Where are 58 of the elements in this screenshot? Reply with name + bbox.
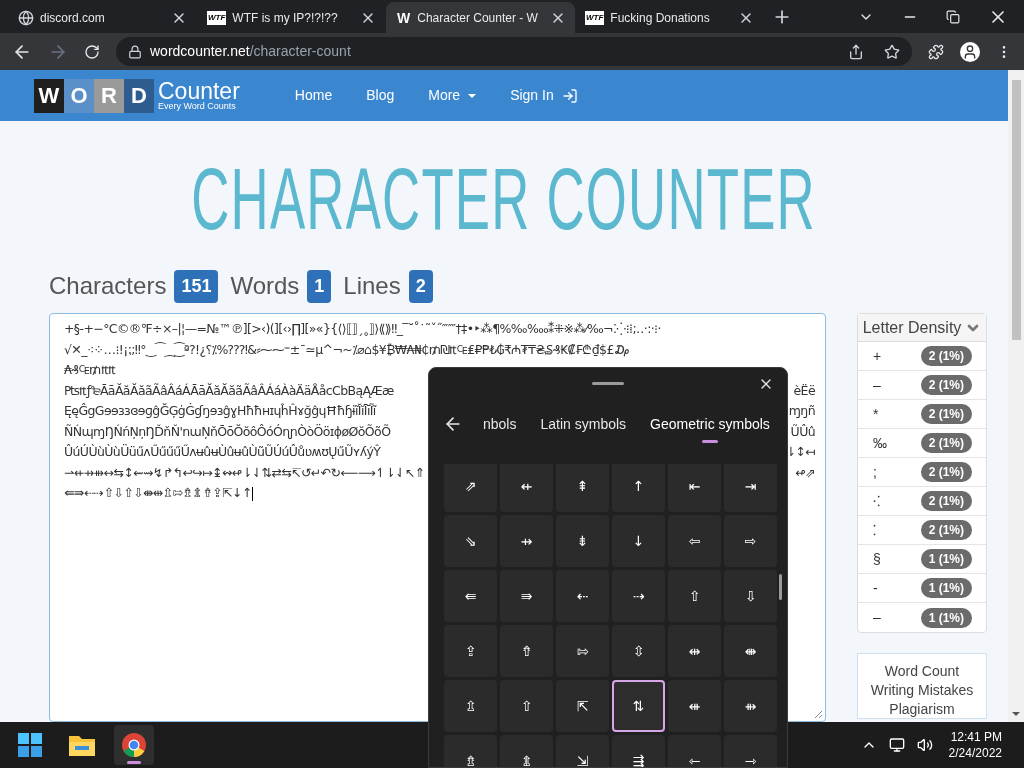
url-text: wordcounter.net/character-count [150,42,351,61]
logo-letter: W [34,78,64,113]
density-symbol: – [873,608,881,627]
density-count: 1 (1%) [920,607,972,628]
stat-count: 2 [408,269,433,303]
density-count: 2 (1%) [920,404,972,424]
page-title: CHARACTER COUNTER [191,148,817,243]
tab-title: WTF is my IP?!?!?? [232,9,338,27]
density-symbol: ‰ [873,433,887,453]
density-count: 2 (1%) [920,491,972,511]
density-count: 1 (1%) [920,549,972,569]
text-line: ₧₶ƒ₻ĀāĂăĂăãÃâÂáÁĀāĂăĂăãÃâÂÁáÀàÄäÅåcCbBąĄÆæ [64,381,394,400]
density-symbol: + [873,346,882,366]
tab-title: discord.com [40,9,105,27]
site-icon: WTF [207,10,227,25]
density-symbol: – [873,375,881,395]
logo-letter: R [94,78,124,113]
logo-name: Counter [158,80,240,102]
density-count: 2 (1%) [920,462,972,482]
density-symbol: * [873,404,879,424]
text-line: ₳₰₠₥₶₶ [64,361,116,379]
density-count: 1 (1%) [920,578,972,598]
density-count: 2 (1%) [920,346,972,366]
density-title: Letter Density [862,317,962,338]
text-line: ÛúÚÙùÙùÜüűʌŰűűűŰʌʉûʉÙûʉûÙũŨÚúÛůʋʍʊŲűŨʏʎýŶ [64,443,381,461]
density-symbol: ; [873,462,877,482]
clock-date: 2/24/2022 [948,745,1002,761]
density-count: 2 (1%) [920,433,972,453]
text-line: èËë [793,381,815,400]
text-line: ⇂↕↤ [785,443,815,461]
density-symbol: § [873,549,881,569]
stat-label: Characters [49,271,167,301]
stat-count: 151 [174,269,219,303]
site-icon: WTF [585,10,605,25]
density-symbol: ⁚ [873,520,876,540]
stat-label: Words [230,271,300,301]
text-line: ɱŋñ [788,402,815,420]
logo-letter: O [64,78,94,113]
text-line: ↫⇗ [795,463,815,482]
stat-count: 1 [307,269,332,303]
tab-title: Character Counter - W [417,9,538,27]
clock-time: 12:41 PM [950,729,1002,745]
density-symbol: - [873,578,878,598]
logo-letter: D [124,78,154,113]
text-line: ⇚⇛⇠⇢⇧⇩⇧⇩⇼⇹⇫⇰⇯⇭⇮⇪⇱↓↑ [64,484,253,503]
text-line: ⇀⇷⇸⇻↔⇆↕⇜⇝↯↱↰↩↪↦↨↭↫⇂⇃⇅⇄⇆↸↺↵↶↻⟵⟶↿⇂⇃↖⇑ [64,463,425,482]
text-line: +§-+−°C©®℉÷×–|¦—=№™℗][>‹)(][‹›∏][»«}{⟨⟩⟦⟧ˏ˳⟧⟩⟪⟫‼_‾˘˚˙˜ˇ˝‴⁗†‡•‣⁂¶%‰‱⁑⁜※⁂⁄‰¬⁚⁛⁝⁞;‥·:·⁝· [64,320,661,338]
text-line: ĘęĜgGɘɘɜɜɞɘɡĝĞĢġĠɠŋɘɜĝɣHħħʜɪɥĥĤɤğĝɥĦħɧɨĩĬĭĪīĨĩ [64,402,376,420]
text-line: √✕_⁖⁘…⁝!¡⁏;‼°‿⁀⁔⁐ª?!¿⸮⁒%⁇⁈&⸗⁓⁓⁼±¯≃µ^¬~⁒⌀⌂$¥₿₩₳₦₵₥₪₶₠₤₽₱₺₲₹₼₮₸₴₷₰₭₡₣₾₫$£₯ [64,340,630,359]
tab-title: Fucking Donations [610,9,710,27]
density-count: 2 (1%) [920,520,972,540]
text-line: ŨÛû [790,422,815,441]
density-count: 2 (1%) [920,375,972,395]
site-icon: W [396,10,412,25]
density-symbol: ⁖ [873,491,880,511]
stat-label: Lines [343,271,401,301]
text-line: ÑŃɰɱŊŃńŅņŊĎňŇ'nɯŅňŌōŎŏôÔóÓɳɲÒòÖöɪɸøØŏÕõÕ [64,422,391,441]
logo-tagline: Every Word Counts [158,102,237,111]
